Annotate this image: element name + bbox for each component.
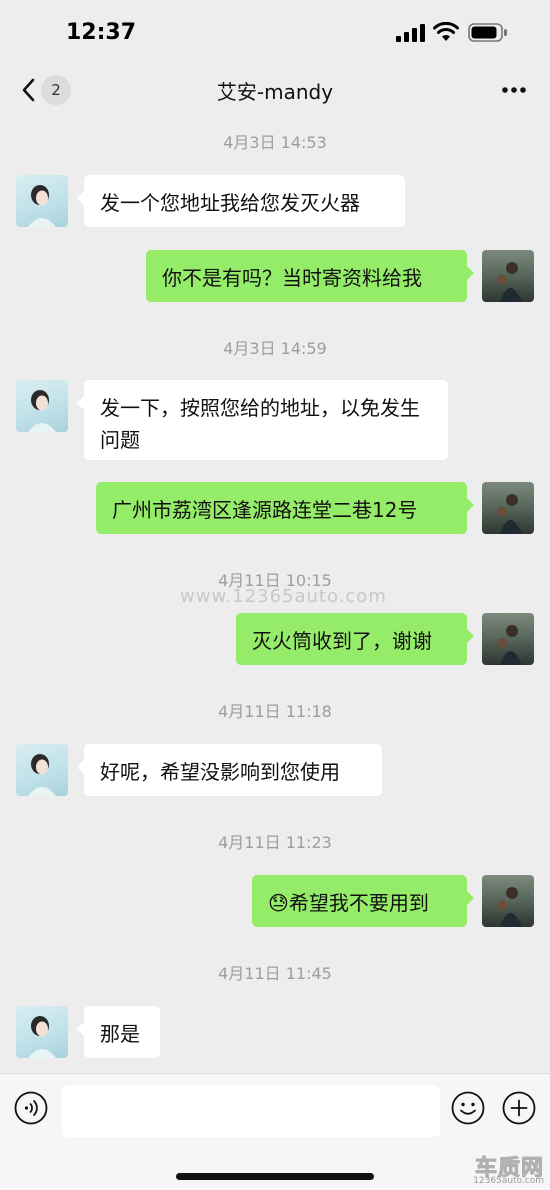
message-text: 广州市荔湾区逢源路连堂二巷12号 (112, 498, 418, 522)
message-bubble-received[interactable]: 发一下，按照您给的地址，以免发生问题 (77, 380, 448, 460)
message-timestamp: 4月11日 11:45 (218, 964, 332, 983)
chat-title: 艾安-mandy (216, 80, 334, 104)
message-timestamp: 4月11日 11:18 (218, 702, 332, 721)
message-input[interactable] (62, 1085, 440, 1137)
message-bubble-sent[interactable]: 广州市荔湾区逢源路连堂二巷12号 (96, 482, 474, 534)
battery-icon (468, 23, 507, 42)
site-logo: 车质网 12365auto.com (458, 1148, 548, 1188)
message-bubble-sent[interactable]: 灭火筒收到了，谢谢 (236, 613, 474, 665)
message-timestamp: 4月11日 11:23 (218, 833, 332, 852)
status-bar: 12:37 (0, 0, 550, 62)
message-timestamp: 4月3日 14:53 (223, 133, 327, 152)
message-text: 希望我不要用到 (288, 891, 429, 915)
chat-header: 2 艾安-mandy (0, 62, 550, 118)
contact-avatar[interactable] (16, 744, 68, 796)
message-bubble-received[interactable]: 发一个您地址我给您发灭火器 (77, 175, 405, 227)
my-avatar[interactable] (482, 250, 534, 302)
message-text: 好呢，希望没影响到您使用 (100, 760, 340, 784)
contact-avatar[interactable] (16, 175, 68, 227)
my-avatar[interactable] (482, 613, 534, 665)
message-text: 那是 (100, 1022, 140, 1046)
message-timestamp: 4月3日 14:59 (223, 339, 327, 358)
more-icon[interactable] (500, 80, 528, 100)
message-bubble-received[interactable]: 好呢，希望没影响到您使用 (77, 744, 382, 796)
voice-icon[interactable] (14, 1091, 48, 1125)
message-text: 灭火筒收到了，谢谢 (252, 629, 432, 653)
plus-icon[interactable] (502, 1091, 536, 1125)
message-bubble-received[interactable]: 那是 (77, 1006, 160, 1058)
message-bubble-sent[interactable]: 你不是有吗？当时寄资料给我 (146, 250, 474, 302)
my-avatar[interactable] (482, 482, 534, 534)
watermark-text: www.12365auto.com (180, 586, 387, 607)
emoji-icon[interactable] (451, 1091, 485, 1125)
message-bubble-sent[interactable]: 😓希望我不要用到 (252, 875, 474, 927)
status-time: 12:37 (66, 20, 137, 45)
my-avatar[interactable] (482, 875, 534, 927)
message-text: 发一下，按照您给的地址，以免发生问题 (100, 396, 420, 452)
contact-avatar[interactable] (16, 380, 68, 432)
wifi-icon (433, 22, 459, 41)
sweat-emoji-icon: 😓 (268, 891, 289, 915)
home-indicator (176, 1173, 374, 1180)
signal-icon (396, 24, 425, 42)
contact-avatar[interactable] (16, 1006, 68, 1058)
message-text: 你不是有吗？当时寄资料给我 (162, 266, 422, 290)
logo-url: 12365auto.com (473, 1176, 544, 1186)
message-text: 发一个您地址我给您发灭火器 (100, 191, 360, 215)
